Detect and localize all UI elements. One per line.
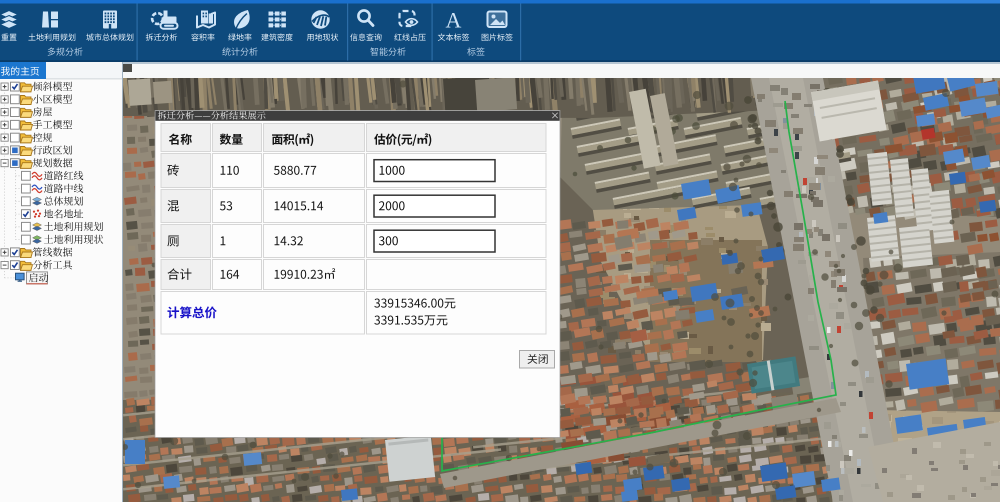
- svg-text:A: A: [446, 8, 462, 33]
